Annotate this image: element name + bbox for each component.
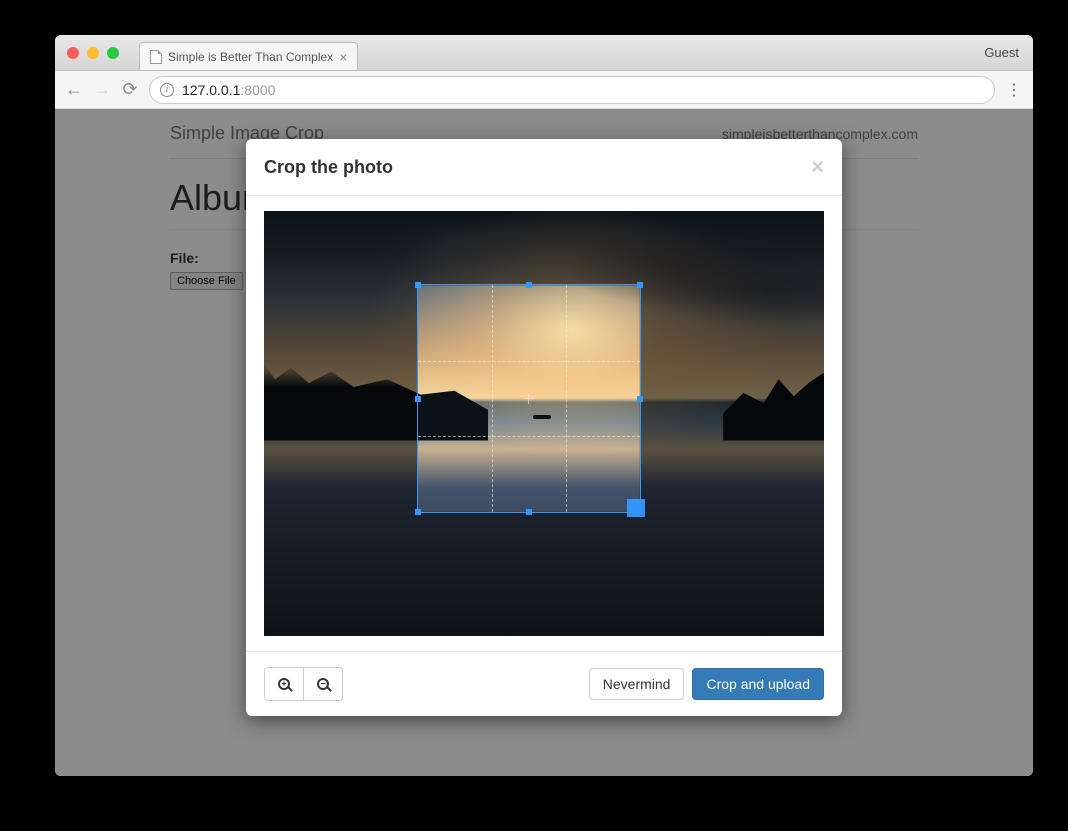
page-viewport: Simple Image Crop simpleisbetterthancomp…: [55, 109, 1033, 776]
close-window-button[interactable]: [67, 47, 79, 59]
zoom-button-group: + −: [264, 667, 343, 701]
address-bar[interactable]: i 127.0.0.1:8000: [149, 76, 995, 104]
maximize-window-button[interactable]: [107, 47, 119, 59]
traffic-lights: [55, 47, 119, 59]
zoom-in-icon: +: [278, 678, 290, 690]
url-host: 127.0.0.1: [182, 82, 240, 98]
crop-handle-n[interactable]: [526, 282, 532, 288]
crop-grid-line: [418, 361, 640, 362]
crop-handle-ne[interactable]: [637, 282, 643, 288]
crop-grid-line: [418, 436, 640, 437]
browser-menu-button[interactable]: ⋮: [1005, 80, 1023, 100]
minimize-window-button[interactable]: [87, 47, 99, 59]
modal-title: Crop the photo: [264, 157, 393, 178]
crop-grid-line: [566, 285, 567, 512]
image-container[interactable]: [264, 211, 824, 636]
crop-upload-button[interactable]: Crop and upload: [692, 668, 824, 700]
close-icon[interactable]: ×: [811, 154, 824, 180]
profile-label[interactable]: Guest: [984, 45, 1019, 60]
modal-header: Crop the photo ×: [246, 139, 842, 196]
close-tab-icon[interactable]: ×: [339, 49, 347, 65]
modal-footer: + − Nevermind Crop and upload: [246, 651, 842, 716]
crop-handle-s[interactable]: [526, 509, 532, 515]
crop-handle-nw[interactable]: [415, 282, 421, 288]
cancel-button[interactable]: Nevermind: [589, 668, 685, 700]
tab-title: Simple is Better Than Complex: [168, 50, 333, 64]
forward-button[interactable]: →: [93, 79, 111, 100]
browser-tab[interactable]: Simple is Better Than Complex ×: [139, 42, 358, 70]
zoom-out-icon: −: [317, 678, 329, 690]
crop-grid-line: [492, 285, 493, 512]
site-info-icon[interactable]: i: [160, 83, 174, 97]
crop-handle-e[interactable]: [637, 396, 643, 402]
url-port: :8000: [240, 82, 275, 98]
back-button[interactable]: ←: [65, 79, 83, 100]
modal-actions: Nevermind Crop and upload: [589, 668, 824, 700]
zoom-in-button[interactable]: +: [264, 667, 304, 701]
title-bar: Simple is Better Than Complex × Guest: [55, 35, 1033, 71]
zoom-out-button[interactable]: −: [303, 667, 343, 701]
crop-handle-w[interactable]: [415, 396, 421, 402]
browser-toolbar: ← → ⟳ i 127.0.0.1:8000 ⋮: [55, 71, 1033, 109]
browser-window: Simple is Better Than Complex × Guest ← …: [55, 35, 1033, 776]
crop-handle-sw[interactable]: [415, 509, 421, 515]
page-icon: [150, 50, 162, 64]
modal-body: [246, 196, 842, 651]
reload-button[interactable]: ⟳: [121, 79, 139, 100]
crop-box[interactable]: [418, 285, 640, 512]
crop-modal: Crop the photo ×: [246, 139, 842, 716]
crop-handle-se[interactable]: [627, 499, 645, 517]
